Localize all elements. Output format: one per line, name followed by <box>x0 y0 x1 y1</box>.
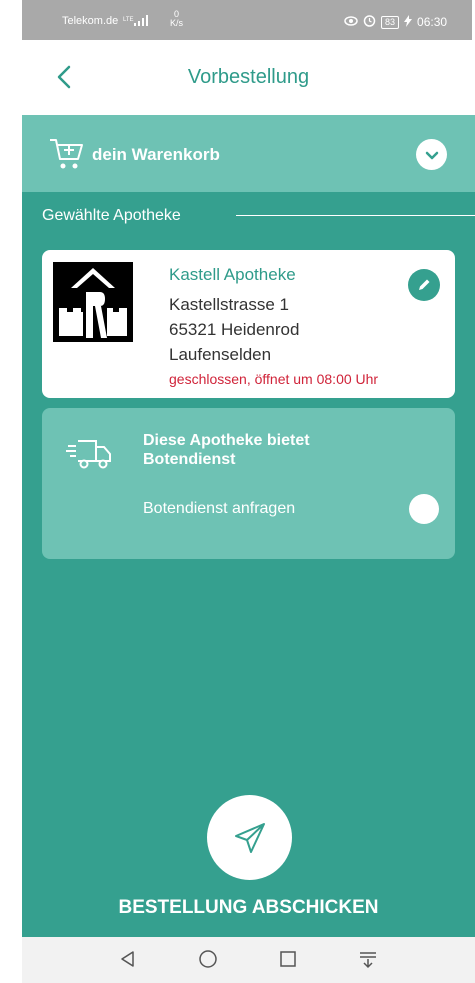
section-label-pharmacy: Gewählte Apotheke <box>42 207 181 224</box>
charging-icon <box>404 14 413 30</box>
cart-expand-button[interactable] <box>416 139 447 170</box>
pencil-icon <box>419 279 430 290</box>
send-icon <box>234 822 265 853</box>
section-divider <box>236 215 475 216</box>
pharmacy-card[interactable]: Kastell Apotheke Kastellstrasse 1 65321 … <box>42 250 455 398</box>
app-bar: Vorbestellung <box>22 40 475 115</box>
system-nav-bar <box>22 937 475 983</box>
svg-text:LTE: LTE <box>123 17 134 23</box>
chevron-down-icon <box>425 151 438 159</box>
home-nav-icon[interactable] <box>197 948 219 975</box>
delivery-request-toggle[interactable] <box>409 494 439 524</box>
delivery-card: Diese Apotheke bietet Botendienst Botend… <box>42 408 455 559</box>
status-right: 83 06:30 <box>344 14 447 30</box>
delivery-title: Diese Apotheke bietet Botendienst <box>143 432 310 468</box>
pharmacy-city: 65321 Heidenrod <box>169 320 300 339</box>
clock: 06:30 <box>417 15 448 29</box>
network-speed: 0 K/s <box>170 10 183 28</box>
carrier-label: Telekom.de <box>62 15 119 27</box>
cart-plus-icon <box>48 135 86 178</box>
recents-nav-icon[interactable] <box>277 948 299 975</box>
pharmacy-street: Kastellstrasse 1 <box>169 295 289 314</box>
eye-comfort-icon <box>344 15 358 30</box>
cart-header[interactable]: dein Warenkorb <box>22 115 475 192</box>
status-bar: Telekom.de LTE 0 K/s 83 06:30 <box>22 0 472 40</box>
submit-order-button[interactable]: BESTELLUNG ABSCHICKEN <box>22 897 475 919</box>
back-nav-icon[interactable] <box>117 948 139 975</box>
main-content: dein Warenkorb Gewählte Apotheke Kastell… <box>22 115 475 937</box>
alarm-icon <box>363 14 376 30</box>
pharmacy-name: Kastell Apotheke <box>169 265 296 284</box>
battery-level: 83 <box>381 15 400 29</box>
edit-pharmacy-button[interactable] <box>408 269 440 301</box>
page-title: Vorbestellung <box>187 66 310 88</box>
speed-unit: K/s <box>170 18 184 28</box>
notifications-nav-icon[interactable] <box>357 948 379 975</box>
pharmacy-address: Kastellstrasse 1 65321 Heidenrod Laufens… <box>169 292 299 367</box>
delivery-request-label: Botendienst anfragen <box>143 500 296 517</box>
signal-icon: LTE <box>123 15 151 30</box>
cart-label: dein Warenkorb <box>92 145 220 164</box>
delivery-truck-icon <box>66 437 112 476</box>
pharmacy-logo <box>53 262 133 342</box>
pharmacy-district: Laufenselden <box>169 345 272 364</box>
pharmacy-opening-status: geschlossen, öffnet um 08:00 Uhr <box>169 371 379 387</box>
send-button[interactable] <box>207 795 292 880</box>
